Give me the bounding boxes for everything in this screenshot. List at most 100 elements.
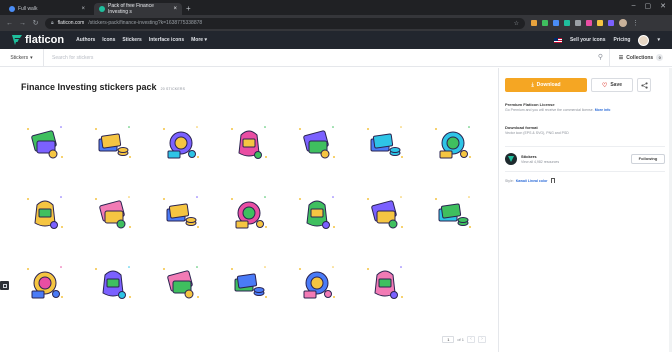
browser-menu-icon[interactable]: ⋮	[632, 19, 639, 27]
nav-authors[interactable]: Authors	[76, 37, 95, 43]
tab-close-icon[interactable]: ×	[81, 6, 85, 12]
chart-document-sticker[interactable]	[17, 258, 73, 308]
author-resources[interactable]: View all 4,982 resources	[521, 160, 559, 164]
download-button[interactable]: ⤓ Download	[505, 78, 587, 92]
sticker-illustration	[299, 126, 335, 159]
extension-icon[interactable]	[586, 20, 592, 26]
author-info: Stickers View all 4,982 resources	[521, 154, 559, 164]
extension-icon[interactable]	[553, 20, 559, 26]
tab-label: Full walk	[18, 6, 38, 12]
pack-sidebar: ⤓ Download ♡ Save Premium Flaticon Licen…	[498, 68, 672, 352]
pack-header: Finance Investing stickers pack 20 stick…	[21, 82, 185, 92]
browser-tab-1[interactable]: Full walk ×	[4, 3, 90, 15]
flaticon-logo[interactable]: flaticon	[12, 34, 64, 46]
search-bar: Stickers ▾ ⚲ ☰ Collections 0	[0, 48, 672, 67]
extension-icons: ⋮	[531, 19, 639, 27]
sticker-illustration	[95, 266, 131, 299]
browser-tab-strip: Full walk × Pack of free Finance Investi…	[0, 0, 672, 15]
bank-card-sticker[interactable]	[153, 118, 209, 168]
license-description: Go Premium and you will receive the comm…	[505, 108, 594, 112]
chevron-down-icon[interactable]: ▾	[657, 37, 660, 43]
pricing-link[interactable]: Pricing	[614, 37, 631, 43]
nav-interface-icons[interactable]: Interface icons	[149, 37, 184, 43]
user-avatar[interactable]	[638, 34, 650, 46]
page-number-input[interactable]: 1	[442, 336, 455, 343]
sticker-illustration	[231, 196, 267, 229]
extension-icon[interactable]	[597, 20, 603, 26]
sticker-illustration	[163, 196, 199, 228]
calendar-gold-sticker[interactable]	[425, 118, 481, 168]
money-sack-sticker[interactable]	[357, 258, 413, 308]
maximize-button[interactable]: ▢	[645, 2, 652, 10]
close-window-button[interactable]: ✕	[660, 2, 666, 10]
roulette-coins-sticker[interactable]	[221, 118, 277, 168]
sticker-illustration	[231, 266, 267, 298]
money-stack-sticker[interactable]	[289, 188, 345, 238]
extension-icon[interactable]	[608, 20, 614, 26]
style-link[interactable]: Kawaii Lineal color	[516, 179, 548, 183]
search-input[interactable]	[44, 48, 592, 67]
profile-avatar[interactable]	[619, 19, 627, 27]
extension-icon[interactable]	[542, 20, 548, 26]
reload-icon[interactable]: ↻	[32, 19, 39, 27]
extension-icon[interactable]	[564, 20, 570, 26]
save-button[interactable]: ♡ Save	[591, 78, 633, 92]
sticker-illustration	[435, 196, 471, 228]
phone-search-sticker[interactable]	[153, 188, 209, 238]
search-type-select[interactable]: Stickers ▾	[0, 48, 44, 67]
bookmark-star-icon[interactable]: ☆	[514, 20, 519, 27]
sticker-illustration	[299, 196, 335, 229]
download-icon: ⤓	[531, 82, 534, 88]
follow-button[interactable]: Following	[631, 154, 665, 164]
calendar-sticker[interactable]	[357, 118, 413, 168]
calculator-coins-sticker[interactable]	[85, 118, 141, 168]
money-plant-sticker[interactable]	[85, 258, 141, 308]
page-title: Finance Investing stickers pack	[21, 82, 157, 92]
nav-stickers[interactable]: Stickers	[122, 37, 141, 43]
new-tab-button[interactable]: +	[186, 3, 191, 15]
author-logo-icon[interactable]	[505, 153, 517, 165]
nav-icons[interactable]: Icons	[102, 37, 115, 43]
address-bar[interactable]: 🔒︎ flaticon.com/stickers-pack/finance-in…	[45, 17, 525, 29]
language-flag-icon[interactable]	[553, 37, 562, 43]
next-page-button[interactable]: ›	[478, 336, 486, 343]
browser-window: Full walk × Pack of free Finance Investi…	[0, 0, 672, 352]
format-title: Download format	[505, 125, 538, 130]
pink-coins-sticker[interactable]	[153, 258, 209, 308]
piggy-bank-sticker[interactable]	[85, 188, 141, 238]
wheelbarrow-money-sticker[interactable]	[357, 188, 413, 238]
nav-more[interactable]: More ▾	[191, 37, 207, 43]
logo-text: flaticon	[25, 34, 65, 46]
tab-favicon-icon	[9, 6, 15, 12]
forward-arrow-icon[interactable]: →	[19, 20, 26, 27]
trophy-money-sticker[interactable]	[17, 188, 73, 238]
laptop-growth-sticker[interactable]	[289, 258, 345, 308]
lock-icon: 🔒︎	[51, 20, 54, 26]
minimize-button[interactable]: –	[632, 2, 636, 10]
license-more-link[interactable]: More info	[595, 108, 611, 112]
extension-icon[interactable]	[531, 20, 537, 26]
extension-icon[interactable]	[575, 20, 581, 26]
share-button[interactable]	[637, 78, 651, 92]
search-icon[interactable]: ⚲	[592, 48, 610, 67]
magnifier-money-sticker[interactable]	[221, 258, 277, 308]
author-name[interactable]: Stickers	[521, 154, 559, 159]
sell-icons-link[interactable]: Sell your icons	[570, 37, 606, 43]
money-wallet-sticker[interactable]	[17, 118, 73, 168]
umbrella-money-sticker[interactable]	[221, 188, 277, 238]
floating-tool-icon[interactable]	[0, 281, 9, 290]
sticker-illustration	[95, 196, 131, 229]
prev-page-button[interactable]: ‹	[467, 336, 475, 343]
flaticon-logo-icon	[12, 35, 22, 45]
book-money-sticker[interactable]	[425, 188, 481, 238]
save-label: Save	[610, 82, 623, 88]
bookmark-icon[interactable]	[551, 178, 556, 183]
tab-close-icon[interactable]: ×	[173, 6, 177, 12]
browser-tab-2[interactable]: Pack of free Finance Investing s ×	[94, 3, 182, 15]
browser-toolbar: ← → ↻ 🔒︎ flaticon.com/stickers-pack/fina…	[0, 15, 672, 31]
collections-button[interactable]: ☰ Collections 0	[610, 54, 672, 61]
sticker-illustration	[163, 126, 199, 159]
license-title: Premium Flaticon License	[505, 102, 555, 107]
back-arrow-icon[interactable]: ←	[6, 20, 13, 27]
money-bag-sticker[interactable]	[289, 118, 345, 168]
